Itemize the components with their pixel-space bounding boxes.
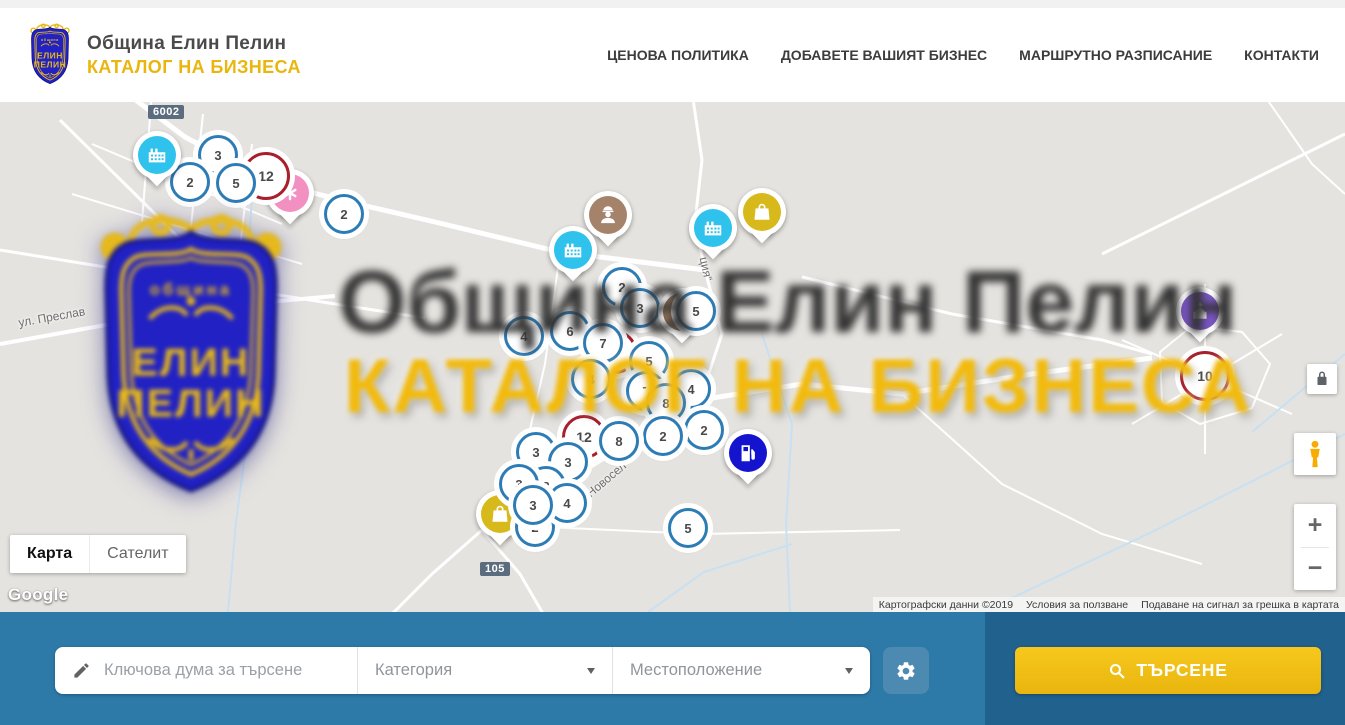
nav-item-timetable[interactable]: МАРШРУТНО РАЗПИСАНИЕ [1019,47,1212,63]
pegman-icon [1302,439,1328,469]
search-button-label: ТЪРСЕНЕ [1136,660,1227,681]
search-bar: Категория Местоположение ТЪРСЕНЕ [0,612,1345,725]
cluster-marker[interactable]: 4 [504,316,544,356]
road-number-badge: 105 [480,562,510,576]
fuel-icon [729,434,767,472]
svg-text:ПЕЛИН: ПЕЛИН [34,60,66,70]
lock-button[interactable] [1307,364,1337,394]
bag-icon [743,193,781,231]
cluster-marker[interactable]: 8 [599,421,639,461]
cluster-marker[interactable]: 5 [216,163,256,203]
factory-pin[interactable] [549,226,597,274]
brand-text: Община Елин Пелин КАТАЛОГ НА БИЗНЕСА [87,33,301,78]
cluster-marker[interactable]: 5 [676,291,716,331]
street-view-pegman-button[interactable] [1294,433,1336,475]
location-select-label: Местоположение [630,661,762,680]
cluster-marker[interactable]: 2 [324,194,364,234]
site-header: община ЕЛИН ПЕЛИН Община Елин Пелин КАТА… [0,8,1345,102]
site-logo[interactable]: община ЕЛИН ПЕЛИН Община Елин Пелин КАТА… [26,23,301,87]
church-icon [1181,292,1219,330]
worker-pin[interactable] [584,191,632,239]
attribution-report-link[interactable]: Подаване на сигнал за грешка в картата [1141,599,1339,611]
attribution-terms-link[interactable]: Условия за ползване [1026,599,1128,611]
location-select[interactable]: Местоположение [612,647,870,694]
search-icon [1108,662,1126,680]
main-nav: ЦЕНОВА ПОЛИТИКА ДОБАВЕТЕ ВАШИЯТ БИЗНЕС М… [607,47,1319,63]
worker-icon [589,196,627,234]
cluster-marker[interactable]: 3 [620,288,660,328]
site-title: Община Елин Пелин [87,33,301,55]
zoom-out-button[interactable]: − [1294,548,1336,591]
map-canvas[interactable]: 1232522351064137544782212833823435 60021… [0,102,1345,612]
factory-icon [554,231,592,269]
cluster-marker[interactable]: 4 [547,483,587,523]
chevron-down-icon [587,668,595,674]
advanced-search-button[interactable] [883,647,929,694]
keyword-field[interactable] [55,647,357,694]
factory-pin[interactable] [689,204,737,252]
svg-text:община: община [41,38,59,42]
category-select[interactable]: Категория [357,647,612,694]
search-form: Категория Местоположение [55,647,870,694]
nav-item-contacts[interactable]: КОНТАКТИ [1244,47,1319,63]
map-type-map-button[interactable]: Карта [10,535,89,573]
google-logo[interactable]: Google [8,585,68,605]
factory-icon [694,209,732,247]
nav-item-pricing[interactable]: ЦЕНОВА ПОЛИТИКА [607,47,749,63]
category-select-label: Категория [375,661,452,680]
keyword-input[interactable] [104,661,349,680]
municipality-shield-logo: община ЕЛИН ПЕЛИН [26,23,74,87]
map-attribution: Картографски данни ©2019 Условия за полз… [873,597,1345,612]
zoom-in-button[interactable]: + [1294,504,1336,547]
church-pin[interactable] [1176,287,1224,335]
chevron-down-icon [845,668,853,674]
attribution-data: Картографски данни ©2019 [879,599,1013,611]
nav-item-add-business[interactable]: ДОБАВЕТЕ ВАШИЯТ БИЗНЕС [781,47,987,63]
cluster-marker[interactable]: 3 [513,485,553,525]
svg-text:ЕЛИН: ЕЛИН [37,51,63,61]
road-number-badge: 6002 [148,105,184,119]
cluster-marker[interactable]: 7 [583,323,623,363]
bag-pin[interactable] [738,188,786,236]
cluster-marker[interactable]: 2 [684,410,724,450]
factory-icon [138,136,176,174]
cluster-marker[interactable]: 5 [668,508,708,548]
lock-icon [1313,370,1331,388]
zoom-control: + − [1294,504,1336,590]
factory-pin[interactable] [133,131,181,179]
cluster-marker[interactable]: 2 [643,416,683,456]
fuel-pin[interactable] [724,429,772,477]
cluster-marker[interactable]: 10 [1180,351,1230,401]
gear-icon [895,660,917,682]
pencil-icon [72,661,91,680]
search-button[interactable]: ТЪРСЕНЕ [1015,647,1321,694]
map-type-satellite-button[interactable]: Сателит [89,535,185,573]
page-top-strip [0,0,1345,8]
map-type-control: Карта Сателит [10,535,186,573]
site-subtitle: КАТАЛОГ НА БИЗНЕСА [87,57,301,78]
cluster-marker[interactable]: 4 [571,359,611,399]
